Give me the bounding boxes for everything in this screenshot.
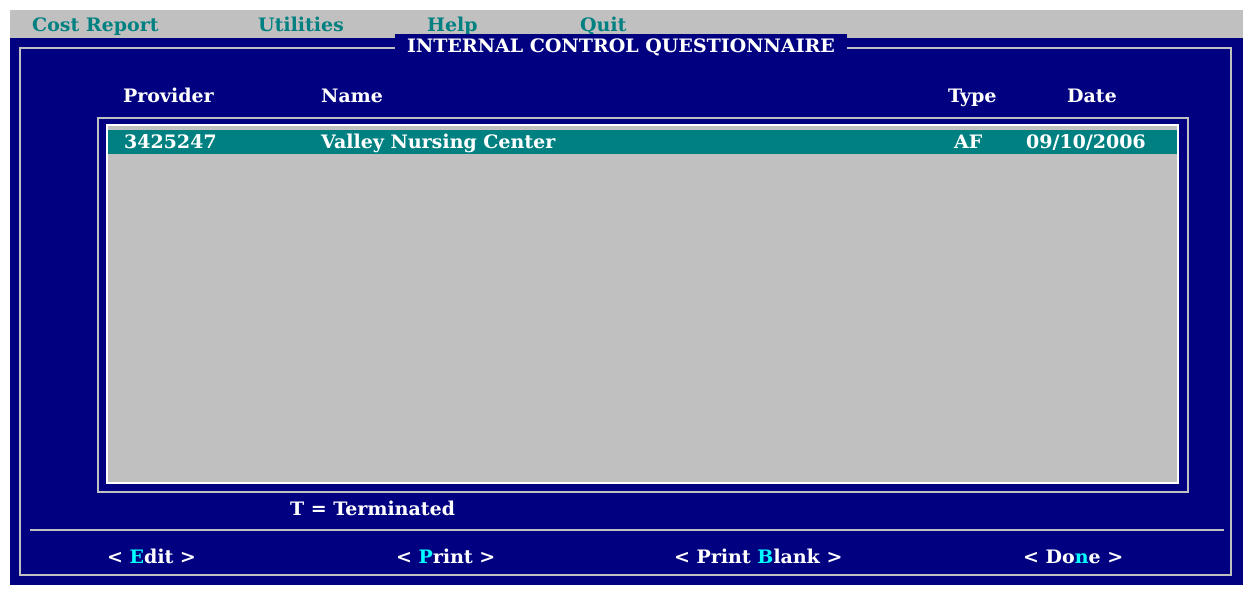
dialog-title: INTERNAL CONTROL QUESTIONNAIRE <box>395 34 847 58</box>
column-header-name: Name <box>321 85 383 107</box>
edit-button-prefix: < <box>107 546 130 568</box>
provider-list[interactable]: 3425247 Valley Nursing Center AF 09/10/2… <box>106 124 1179 484</box>
row-date: 09/10/2006 <box>1026 131 1146 153</box>
print-blank-button-prefix: < Print <box>674 546 758 568</box>
print-button[interactable]: < Print > <box>396 546 495 568</box>
done-button[interactable]: < Done > <box>1023 546 1123 568</box>
print-blank-hotkey: B <box>757 546 774 568</box>
print-button-suffix: rint > <box>432 546 496 568</box>
print-hotkey: P <box>418 546 433 568</box>
edit-button[interactable]: < Edit > <box>107 546 196 568</box>
edit-hotkey: E <box>129 546 145 568</box>
dos-screen: Cost Report Utilities Help Quit INTERNAL… <box>10 10 1243 585</box>
menu-cost-report[interactable]: Cost Report <box>32 10 159 38</box>
print-button-prefix: < <box>396 546 419 568</box>
row-type: AF <box>954 131 983 153</box>
row-name: Valley Nursing Center <box>321 131 556 153</box>
row-provider: 3425247 <box>124 131 217 153</box>
done-button-prefix: < Do <box>1023 546 1075 568</box>
divider <box>30 529 1224 531</box>
legend-terminated: T = Terminated <box>290 498 455 520</box>
list-row-selected[interactable]: 3425247 Valley Nursing Center AF 09/10/2… <box>108 130 1177 154</box>
column-header-date: Date <box>1067 85 1117 107</box>
menu-utilities[interactable]: Utilities <box>258 10 344 38</box>
print-blank-button-suffix: lank > <box>773 546 843 568</box>
edit-button-suffix: dit > <box>144 546 196 568</box>
column-header-type: Type <box>948 85 997 107</box>
column-header-provider: Provider <box>123 85 214 107</box>
print-blank-button[interactable]: < Print Blank > <box>674 546 842 568</box>
done-hotkey: n <box>1074 546 1089 568</box>
done-button-suffix: e > <box>1088 546 1124 568</box>
